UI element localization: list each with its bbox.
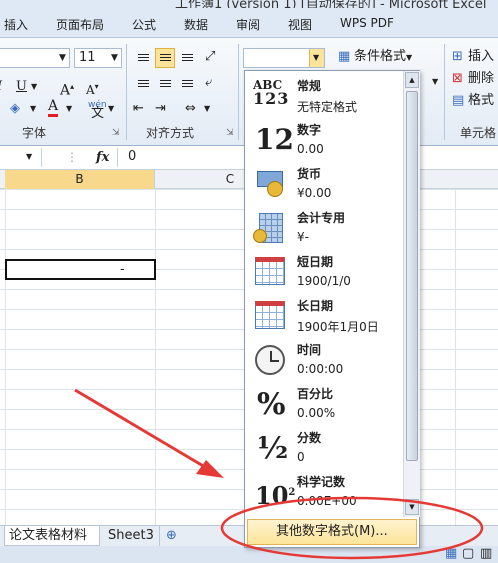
- annotation-ellipse: [220, 496, 484, 560]
- annotation-overlay: [74, 388, 484, 560]
- annotation-arrow: [74, 388, 211, 472]
